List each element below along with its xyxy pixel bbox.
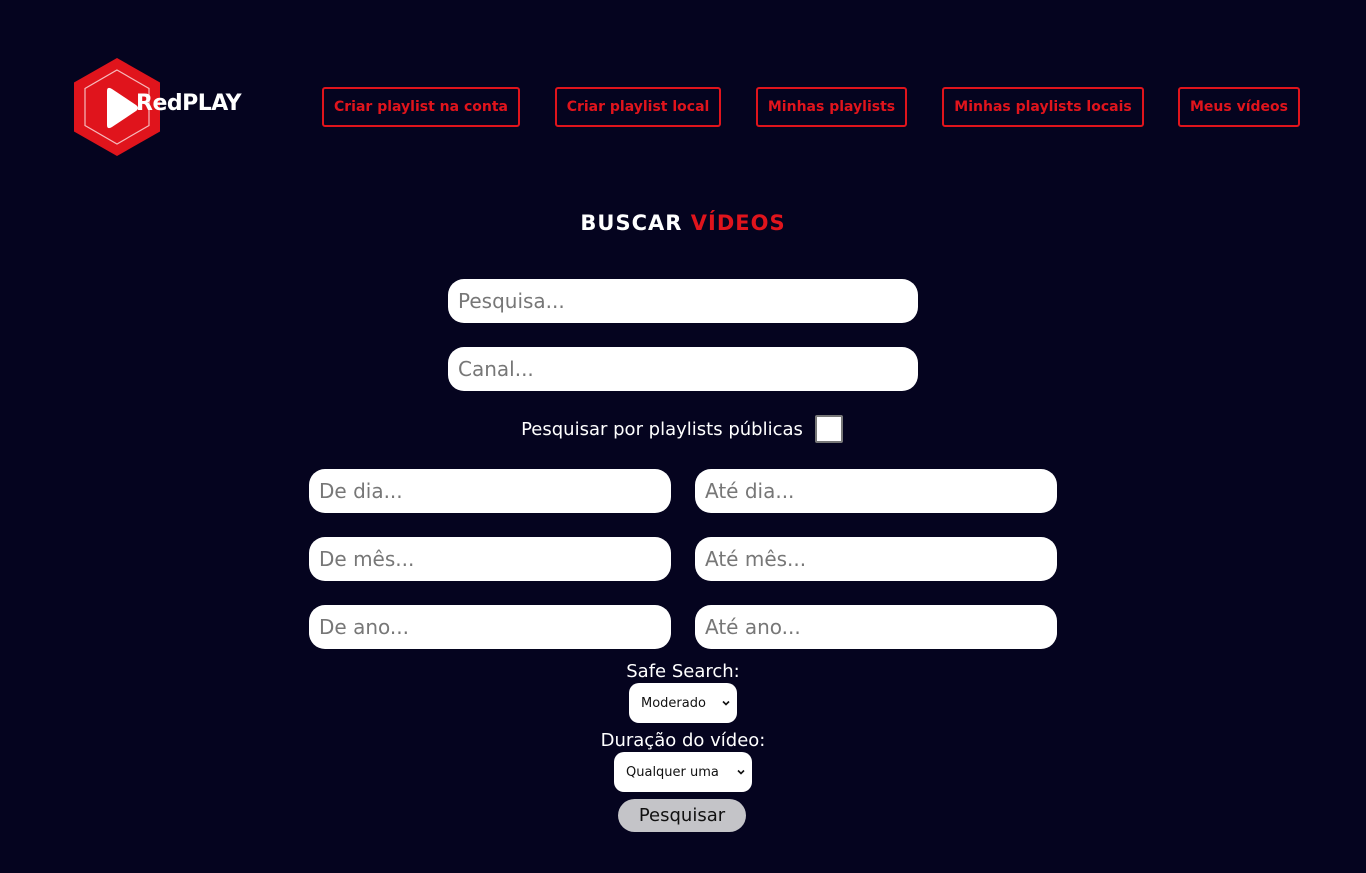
to-day-input[interactable]	[695, 469, 1057, 513]
public-playlists-checkbox[interactable]	[814, 415, 843, 443]
to-month-input[interactable]	[695, 537, 1057, 581]
page-title: BUSCAR VÍDEOS	[0, 211, 1366, 235]
chevron-down-icon	[722, 700, 730, 706]
chevron-down-icon	[737, 769, 745, 775]
my-local-playlists-button[interactable]: Minhas playlists locais	[942, 87, 1144, 127]
search-input[interactable]	[448, 279, 918, 323]
safe-search-value: Moderado	[641, 695, 706, 711]
public-playlists-row: Pesquisar por playlists públicas	[0, 414, 1366, 444]
safe-search-select[interactable]: Moderado	[629, 683, 737, 723]
duration-label: Duração do vídeo:	[600, 730, 766, 751]
from-year-input[interactable]	[309, 605, 671, 649]
create-local-playlist-button[interactable]: Criar playlist local	[555, 87, 721, 127]
page-title-part2: VÍDEOS	[690, 211, 786, 235]
brand-logo[interactable]: RedPLAY	[74, 58, 246, 156]
duration-select[interactable]: Qualquer uma	[614, 752, 752, 792]
logo-text: RedPLAY	[136, 91, 242, 116]
page: RedPLAY Criar playlist na conta Criar pl…	[0, 0, 1366, 873]
channel-input[interactable]	[448, 347, 918, 391]
search-submit-button[interactable]: Pesquisar	[618, 799, 746, 832]
from-month-input[interactable]	[309, 537, 671, 581]
safe-search-label: Safe Search:	[626, 661, 740, 682]
my-videos-button[interactable]: Meus vídeos	[1178, 87, 1300, 127]
from-day-input[interactable]	[309, 469, 671, 513]
public-playlists-label: Pesquisar por playlists públicas	[521, 418, 803, 440]
to-year-input[interactable]	[695, 605, 1057, 649]
create-account-playlist-button[interactable]: Criar playlist na conta	[322, 87, 520, 127]
my-playlists-button[interactable]: Minhas playlists	[756, 87, 907, 127]
page-title-part1: BUSCAR	[580, 211, 683, 235]
duration-value: Qualquer uma	[626, 764, 719, 780]
